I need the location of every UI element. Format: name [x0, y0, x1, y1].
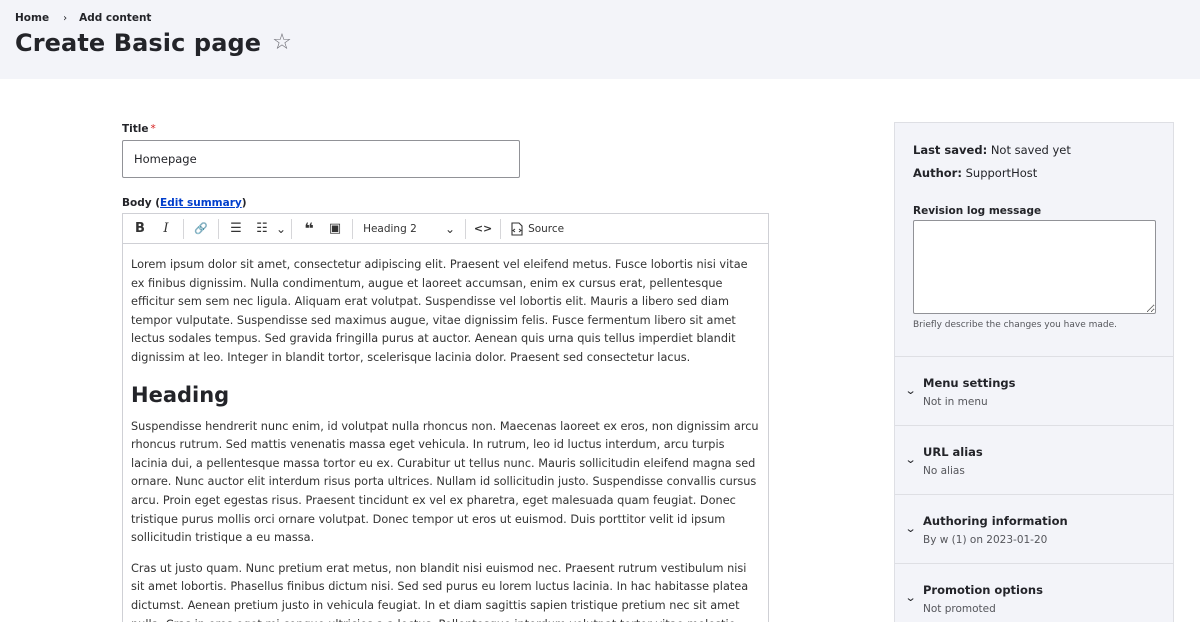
authoring-information-section[interactable]: ⌄ Authoring information By w (1) on 2023… [895, 494, 1173, 563]
author-value: SupportHost [965, 166, 1038, 180]
breadcrumb-separator: › [63, 12, 68, 24]
author: Author: SupportHost [913, 166, 1071, 180]
breadcrumb: Home › Add content [15, 12, 151, 24]
url-alias-summary: No alias [923, 465, 965, 477]
author-label: Author: [913, 166, 962, 180]
source-icon [511, 221, 523, 236]
numbered-list-icon[interactable]: ☷ [250, 218, 274, 240]
revision-log-description: Briefly describe the changes you have ma… [913, 320, 1118, 330]
last-saved: Last saved: Not saved yet [913, 143, 1071, 157]
heading-dropdown-value: Heading 2 [363, 222, 417, 235]
toolbar-divider [291, 218, 293, 239]
chevron-down-icon: ⌄ [904, 453, 917, 466]
toolbar-divider [500, 218, 502, 239]
page-header: Home › Add content Create Basic page ☆ [0, 0, 1200, 79]
menu-settings-title: Menu settings [923, 376, 1016, 390]
title-label-text: Title [122, 123, 149, 135]
revision-log-label: Revision log message [913, 205, 1042, 217]
heading-dropdown[interactable]: Heading 2 ⌄ [357, 222, 461, 236]
promotion-options-title: Promotion options [923, 583, 1043, 597]
source-label: Source [528, 222, 565, 235]
promotion-options-section[interactable]: ⌄ Promotion options Not promoted [895, 563, 1173, 622]
meta-sidebar: Last saved: Not saved yet Author: Suppor… [894, 122, 1174, 622]
chevron-down-icon: ⌄ [904, 591, 917, 604]
breadcrumb-home-link[interactable]: Home [15, 12, 49, 24]
paragraph-1: Lorem ipsum dolor sit amet, consectetur … [131, 258, 748, 364]
body-label-suffix: ) [241, 197, 247, 209]
toolbar-divider [465, 218, 467, 239]
url-alias-section[interactable]: ⌄ URL alias No alias [895, 425, 1173, 494]
body-label: Body (Edit summary) [122, 197, 247, 209]
authoring-information-summary: By w (1) on 2023-01-20 [923, 534, 1048, 546]
italic-button[interactable]: I [154, 218, 178, 240]
body-label-prefix: Body ( [122, 197, 161, 209]
paragraph-3: Cras ut justo quam. Nunc pretium erat me… [131, 561, 749, 622]
title-label: Title * [122, 123, 156, 135]
image-icon[interactable]: ▣ [323, 218, 347, 240]
meta-info: Last saved: Not saved yet Author: Suppor… [913, 143, 1071, 189]
edit-summary-link[interactable]: Edit summary [160, 197, 242, 209]
chevron-down-icon: ⌄ [445, 221, 456, 236]
menu-settings-section[interactable]: ⌄ Menu settings Not in menu [895, 356, 1173, 425]
toolbar-divider [352, 218, 354, 239]
numbered-list-dropdown-icon[interactable]: ⌄ [276, 218, 286, 240]
blockquote-icon[interactable]: ❝ [297, 218, 321, 240]
editor-content-area[interactable]: Lorem ipsum dolor sit amet, consectetur … [123, 244, 768, 622]
required-mark: * [150, 123, 156, 135]
authoring-information-title: Authoring information [923, 514, 1068, 528]
toolbar-divider [218, 218, 219, 239]
promotion-options-summary: Not promoted [923, 603, 996, 615]
chevron-down-icon: ⌄ [904, 384, 917, 397]
breadcrumb-add-content-link[interactable]: Add content [79, 12, 151, 24]
body-editor: B I 🔗 ☰ ☷ ⌄ ❝ ▣ Heading 2 ⌄ <> Source Lo… [122, 213, 769, 622]
bold-button[interactable]: B [128, 218, 152, 240]
revision-log-textarea[interactable] [913, 220, 1156, 314]
bulleted-list-icon[interactable]: ☰ [224, 218, 248, 240]
title-input[interactable] [122, 140, 520, 178]
paragraph-2: Suspendisse hendrerit nunc enim, id volu… [131, 419, 759, 545]
last-saved-label: Last saved: [913, 143, 988, 157]
source-button[interactable]: Source [506, 218, 568, 240]
menu-settings-summary: Not in menu [923, 396, 988, 408]
page-title-row: Create Basic page ☆ [15, 29, 292, 57]
page-title: Create Basic page [15, 29, 262, 57]
star-shortcut-icon[interactable]: ☆ [272, 32, 292, 54]
toolbar-divider [183, 218, 184, 239]
code-icon[interactable]: <> [471, 218, 495, 240]
chevron-down-icon: ⌄ [904, 522, 917, 535]
editor-toolbar: B I 🔗 ☰ ☷ ⌄ ❝ ▣ Heading 2 ⌄ <> Source [123, 214, 768, 244]
url-alias-title: URL alias [923, 445, 983, 459]
link-icon[interactable]: 🔗 [189, 218, 213, 240]
content-heading: Heading [131, 382, 230, 407]
last-saved-value: Not saved yet [990, 143, 1071, 157]
